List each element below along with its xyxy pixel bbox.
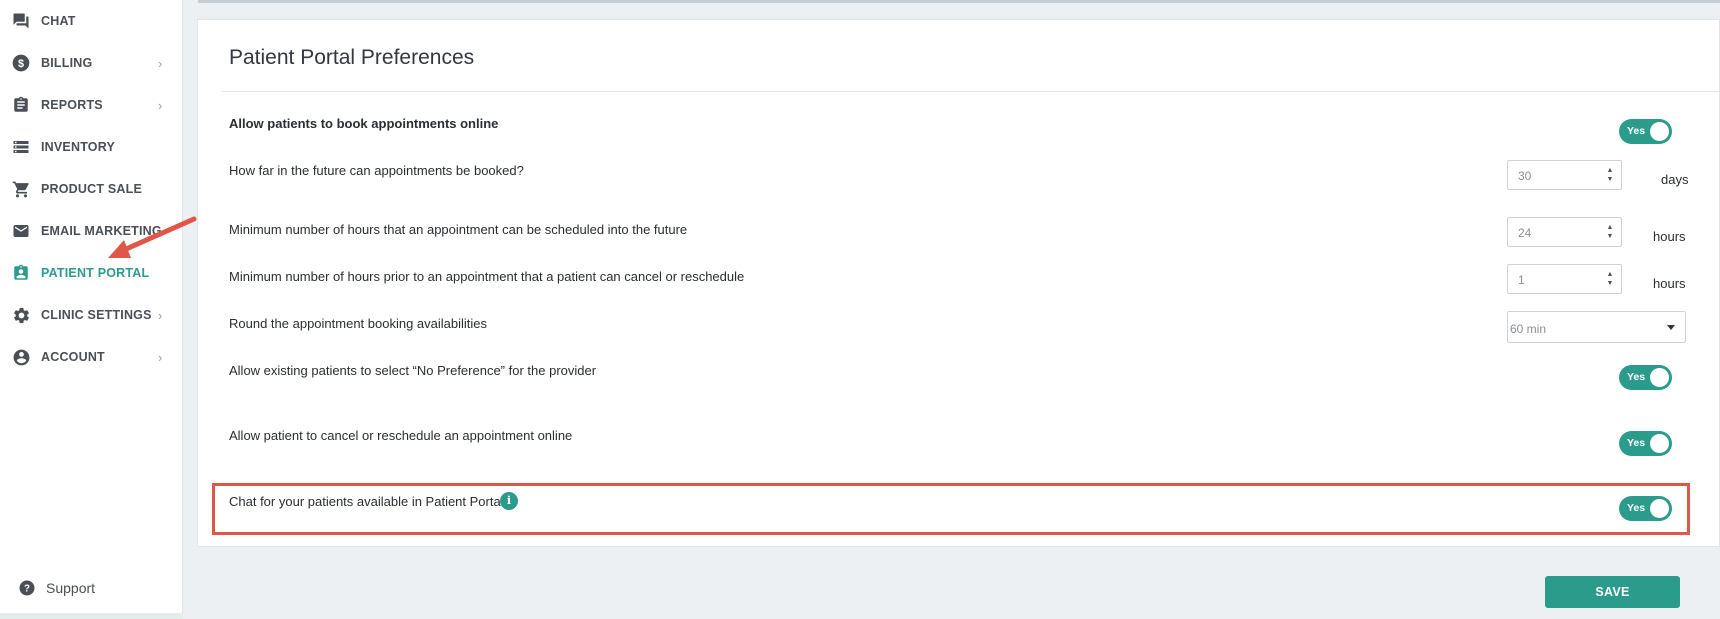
toggle-knob	[1650, 122, 1669, 141]
spin-down-icon[interactable]: ▼	[1605, 280, 1615, 288]
min-hours-input[interactable]: 24 ▲ ▼	[1507, 217, 1622, 247]
toggle-knob	[1650, 434, 1669, 453]
svg-text:$: $	[18, 58, 24, 70]
cancel-hours-input[interactable]: 1 ▲ ▼	[1507, 264, 1622, 294]
sidebar-item-patient-portal[interactable]: PATIENT PORTAL	[0, 252, 183, 294]
chat-availability-toggle[interactable]: Yes	[1619, 496, 1672, 521]
mail-icon	[11, 221, 31, 241]
sidebar-item-label: REPORTS	[41, 98, 103, 112]
toggle-label: Yes	[1627, 371, 1646, 383]
svg-text:?: ?	[24, 583, 30, 594]
support-label: Support	[46, 580, 96, 596]
chevron-right-icon: ›	[158, 55, 163, 71]
dollar-icon: $	[11, 53, 31, 73]
cancel-hours-label: Minimum number of hours prior to an appo…	[229, 269, 745, 284]
min-hours-label: Minimum number of hours that an appointm…	[229, 222, 688, 237]
sidebar-item-label: CLINIC SETTINGS	[41, 308, 152, 322]
round-availability-select[interactable]: 60 min	[1507, 311, 1686, 343]
gear-icon	[11, 305, 31, 325]
chevron-right-icon: ›	[158, 307, 163, 323]
min-hours-unit: hours	[1653, 229, 1686, 244]
future-days-unit: days	[1661, 172, 1689, 187]
no-preference-label: Allow existing patients to select “No Pr…	[229, 363, 597, 378]
min-hours-value: 24	[1518, 226, 1532, 240]
clipboard-icon	[11, 95, 31, 115]
sidebar-item-chat[interactable]: CHAT	[0, 0, 183, 42]
sidebar-item-account[interactable]: ACCOUNT ›	[0, 336, 183, 378]
allow-booking-label: Allow patients to book appointments onli…	[229, 116, 499, 131]
future-days-value: 30	[1518, 169, 1532, 183]
sidebar-bottom-bar	[0, 613, 183, 619]
cancel-online-label: Allow patient to cancel or reschedule an…	[229, 428, 573, 443]
spin-down-icon[interactable]: ▼	[1605, 176, 1615, 184]
cancel-hours-unit: hours	[1653, 276, 1686, 291]
future-booking-label: How far in the future can appointments b…	[229, 163, 524, 178]
highlight-box	[212, 483, 1690, 535]
account-icon	[11, 347, 31, 367]
help-icon: ?	[19, 580, 35, 596]
sidebar: CHAT $ BILLING › REPORTS › INVENTORY PRO…	[0, 0, 183, 619]
chat-availability-label: Chat for your patients available in Pati…	[229, 494, 504, 509]
sidebar-item-label: PATIENT PORTAL	[41, 266, 150, 280]
top-divider	[198, 0, 1720, 3]
round-availability-label: Round the appointment booking availabili…	[229, 316, 488, 331]
round-availability-value: 60 min	[1510, 322, 1547, 336]
info-icon[interactable]: i	[500, 492, 518, 510]
preferences-card: Patient Portal Preferences Allow patient…	[197, 19, 1720, 547]
toggle-label: Yes	[1627, 502, 1646, 514]
cart-icon	[11, 179, 31, 199]
storage-icon	[11, 137, 31, 157]
chevron-right-icon: ›	[158, 349, 163, 365]
no-preference-toggle[interactable]: Yes	[1619, 365, 1672, 390]
allow-booking-toggle[interactable]: Yes	[1619, 119, 1672, 144]
page-title: Patient Portal Preferences	[229, 46, 475, 69]
sidebar-item-label: BILLING	[41, 56, 93, 70]
sidebar-item-email-marketing[interactable]: EMAIL MARKETING	[0, 210, 183, 252]
toggle-label: Yes	[1627, 437, 1646, 449]
sidebar-item-billing[interactable]: $ BILLING ›	[0, 42, 183, 84]
sidebar-item-inventory[interactable]: INVENTORY	[0, 126, 183, 168]
sidebar-item-label: ACCOUNT	[41, 350, 105, 364]
chevron-right-icon: ›	[158, 97, 163, 113]
spin-up-icon[interactable]: ▲	[1605, 167, 1615, 175]
sidebar-item-product-sale[interactable]: PRODUCT SALE	[0, 168, 183, 210]
sidebar-item-label: EMAIL MARKETING	[41, 224, 162, 238]
toggle-knob	[1650, 368, 1669, 387]
save-button[interactable]: SAVE	[1545, 576, 1680, 608]
toggle-label: Yes	[1627, 125, 1646, 137]
toggle-knob	[1650, 499, 1669, 518]
sidebar-item-label: PRODUCT SALE	[41, 182, 143, 196]
title-divider	[222, 91, 1720, 92]
sidebar-item-reports[interactable]: REPORTS ›	[0, 84, 183, 126]
spin-up-icon[interactable]: ▲	[1605, 224, 1615, 232]
spin-up-icon[interactable]: ▲	[1605, 271, 1615, 279]
support-link[interactable]: ? Support	[18, 579, 95, 597]
cancel-hours-value: 1	[1518, 273, 1525, 287]
cancel-online-toggle[interactable]: Yes	[1619, 431, 1672, 456]
sidebar-item-label: CHAT	[41, 14, 76, 28]
caret-down-icon	[1667, 325, 1675, 330]
future-days-input[interactable]: 30 ▲ ▼	[1507, 160, 1622, 190]
sidebar-item-label: INVENTORY	[41, 140, 116, 154]
spin-down-icon[interactable]: ▼	[1605, 233, 1615, 241]
badge-icon	[11, 263, 31, 283]
sidebar-item-clinic-settings[interactable]: CLINIC SETTINGS ›	[0, 294, 183, 336]
chat-icon	[11, 11, 31, 31]
